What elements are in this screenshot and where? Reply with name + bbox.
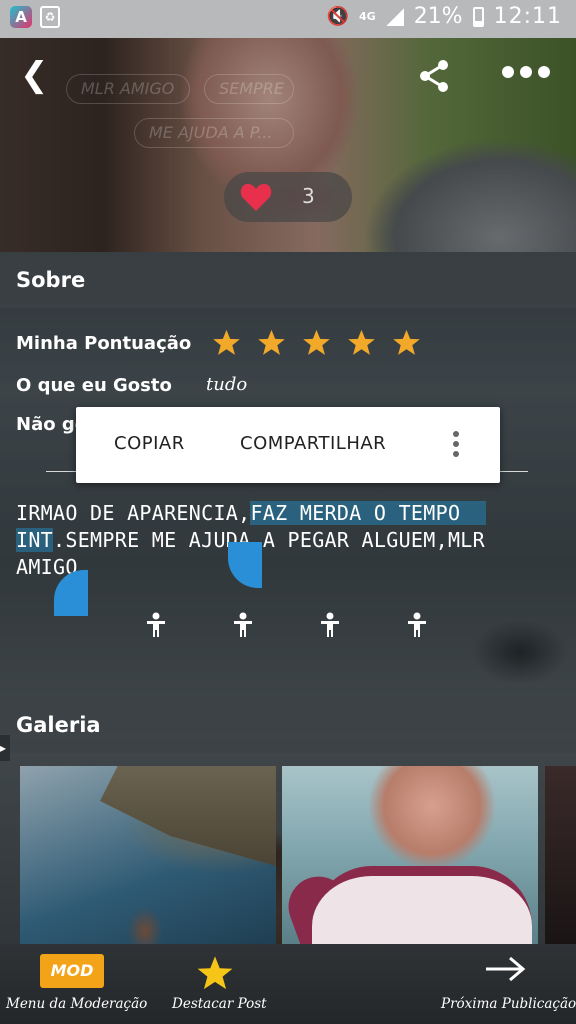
tag-chip[interactable]: ME AJUDA A P... — [134, 118, 294, 148]
tag-chip[interactable]: SEMPRE — [204, 74, 294, 104]
star-icon — [348, 329, 375, 355]
copy-button[interactable]: COPIAR — [114, 433, 185, 454]
status-bar: A ♻ 🔇 4G 21% 12:11 — [0, 0, 576, 38]
bottom-action-bar: MOD Menu da Moderação Destacar Post Próx… — [0, 944, 576, 1024]
text-selection-menu: COPIAR COMPARTILHAR — [76, 407, 500, 483]
person-icon — [147, 612, 165, 637]
tag-chip[interactable]: MLR AMIGO — [66, 74, 190, 104]
battery-icon — [472, 6, 484, 27]
rating-stars — [212, 328, 421, 357]
star-icon[interactable] — [196, 954, 234, 992]
arrow-right-icon[interactable] — [484, 954, 526, 984]
feature-post-label[interactable]: Destacar Post — [172, 996, 267, 1012]
back-arrow-icon[interactable]: ❮ — [20, 58, 50, 92]
mute-icon: 🔇 — [326, 6, 349, 27]
signal-icon — [385, 7, 404, 26]
person-icon — [408, 612, 426, 637]
about-section-title: Sobre — [16, 268, 86, 292]
moderation-menu-label[interactable]: Menu da Moderação — [6, 996, 147, 1012]
clock: 12:11 — [493, 4, 562, 29]
share-text-button[interactable]: COMPARTILHAR — [240, 433, 386, 454]
star-icon — [213, 329, 240, 355]
drawer-arrow-icon[interactable]: ▸ — [0, 735, 10, 761]
bio-line2-plain: .SEMPRE ME AJUDA A PEGAR ALGUEM,MLR — [53, 528, 485, 552]
battery-percentage: 21% — [413, 4, 463, 29]
likes-value: tudo — [206, 374, 248, 395]
app-a-icon: A — [10, 6, 32, 28]
like-count: 3 — [302, 184, 315, 208]
heart-icon — [240, 183, 272, 211]
share-icon[interactable] — [416, 58, 452, 94]
recycle-icon: ♻ — [40, 6, 60, 28]
bio-selected-text: FAZ MERDA O TEMPO — [250, 501, 461, 525]
gallery-section-title: Galeria — [16, 713, 101, 737]
likes-label: O que eu Gosto — [16, 375, 172, 396]
more-horizontal-icon[interactable] — [502, 66, 550, 78]
bio-text[interactable]: IRMAO DE APARENCIA,FAZ MERDA O TEMPO INT… — [16, 500, 561, 581]
about-section-header — [0, 252, 576, 308]
next-post-label[interactable]: Próxima Publicação — [441, 996, 576, 1012]
like-button[interactable]: 3 — [224, 172, 352, 222]
star-icon — [258, 329, 285, 355]
gallery-image[interactable] — [545, 766, 576, 944]
bio-selected-text: INT — [16, 528, 54, 552]
rating-label: Minha Pontuação — [16, 333, 192, 354]
mod-badge[interactable]: MOD — [40, 954, 104, 988]
gallery-image[interactable] — [20, 766, 276, 944]
network-type: 4G — [359, 10, 376, 23]
person-icon — [321, 612, 339, 637]
bio-line1-plain: IRMAO DE APARENCIA, — [16, 501, 251, 525]
star-icon — [393, 329, 420, 355]
star-icon — [303, 329, 330, 355]
more-vertical-icon[interactable] — [453, 431, 461, 457]
header-image: ❮ MLR AMIGO SEMPRE ME AJUDA A P... 3 — [0, 38, 576, 252]
person-icon — [234, 612, 252, 637]
gallery-image[interactable] — [282, 766, 538, 944]
